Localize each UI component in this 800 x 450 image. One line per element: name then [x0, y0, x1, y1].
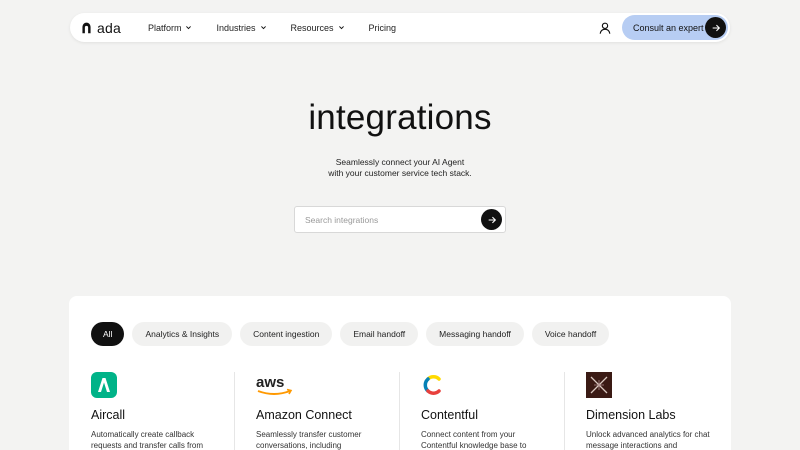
search-bar: [294, 206, 506, 233]
nav-item-platform[interactable]: Platform: [148, 23, 193, 33]
cta-label: Consult an expert: [633, 22, 704, 33]
integration-card-aircall[interactable]: Aircall Automatically create callback re…: [69, 372, 234, 450]
integration-name: Contentful: [421, 408, 478, 422]
integration-description: Seamlessly transfer customer conversatio…: [256, 430, 362, 450]
filter-chip-email-handoff[interactable]: Email handoff: [340, 322, 419, 346]
arrow-right-icon: [488, 216, 496, 223]
chevron-down-icon: [338, 26, 344, 30]
integration-name: Aircall: [91, 408, 126, 422]
page-subtitle: Seamlessly connect your AI Agent with yo…: [0, 157, 800, 179]
filter-chip-analytics-insights[interactable]: Analytics & Insights: [132, 322, 233, 346]
brand-name: ada: [97, 19, 121, 36]
integration-description: Automatically create callback requests a…: [91, 430, 204, 450]
arrow-right-icon: [705, 17, 726, 38]
filter-chip-messaging-handoff[interactable]: Messaging handoff: [426, 322, 524, 346]
svg-text:aws: aws: [256, 374, 284, 391]
subtitle-line-1: Seamlessly connect your AI Agent: [335, 157, 465, 167]
nav-item-resources[interactable]: Resources: [291, 23, 345, 33]
integrations-panel: All Analytics & Insights Content ingesti…: [69, 296, 731, 450]
integration-card-contentful[interactable]: Contentful Connect content from your Con…: [399, 372, 564, 450]
nav-item-label: Pricing: [368, 22, 397, 33]
search-submit-button[interactable]: [481, 209, 502, 230]
top-navigation: ada Platform Industries Resources Pricin…: [70, 13, 730, 42]
user-account-icon[interactable]: [598, 21, 612, 35]
integration-cards: Aircall Automatically create callback re…: [69, 372, 731, 450]
brand-logo[interactable]: ada: [80, 20, 121, 36]
filter-chip-voice-handoff[interactable]: Voice handoff: [531, 322, 610, 346]
integration-description: Unlock advanced analytics for chat messa…: [586, 430, 710, 450]
aws-logo-icon: aws: [256, 372, 296, 398]
nav-item-industries[interactable]: Industries: [216, 23, 266, 33]
page-title: integrations: [308, 98, 492, 137]
search-input[interactable]: [295, 214, 481, 225]
chevron-down-icon: [186, 26, 192, 30]
nav-item-label: Industries: [216, 22, 256, 33]
integration-description: Connect content from your Contentful kno…: [421, 430, 527, 450]
nav-item-label: Resources: [290, 22, 334, 33]
nav-item-label: Platform: [147, 22, 182, 33]
subtitle-line-2: with your customer service tech stack.: [328, 168, 472, 178]
chevron-down-icon: [260, 26, 266, 30]
category-filters: All Analytics & Insights Content ingesti…: [91, 322, 617, 346]
integration-card-amazon-connect[interactable]: aws Amazon Connect Seamlessly transfer c…: [234, 372, 399, 450]
dimension-labs-logo-icon: [586, 372, 612, 398]
aircall-logo-icon: [91, 372, 117, 398]
contentful-logo-icon: [421, 372, 447, 398]
integration-name: Amazon Connect: [256, 408, 352, 422]
ada-logo-icon: [82, 22, 91, 34]
filter-chip-all[interactable]: All: [91, 322, 125, 346]
consult-expert-button[interactable]: Consult an expert: [622, 15, 728, 40]
integration-name: Dimension Labs: [586, 408, 676, 422]
filter-chip-content-ingestion[interactable]: Content ingestion: [240, 322, 333, 346]
integration-card-dimension-labs[interactable]: Dimension Labs Unlock advanced analytics…: [564, 372, 729, 450]
nav-item-pricing[interactable]: Pricing: [369, 23, 397, 33]
